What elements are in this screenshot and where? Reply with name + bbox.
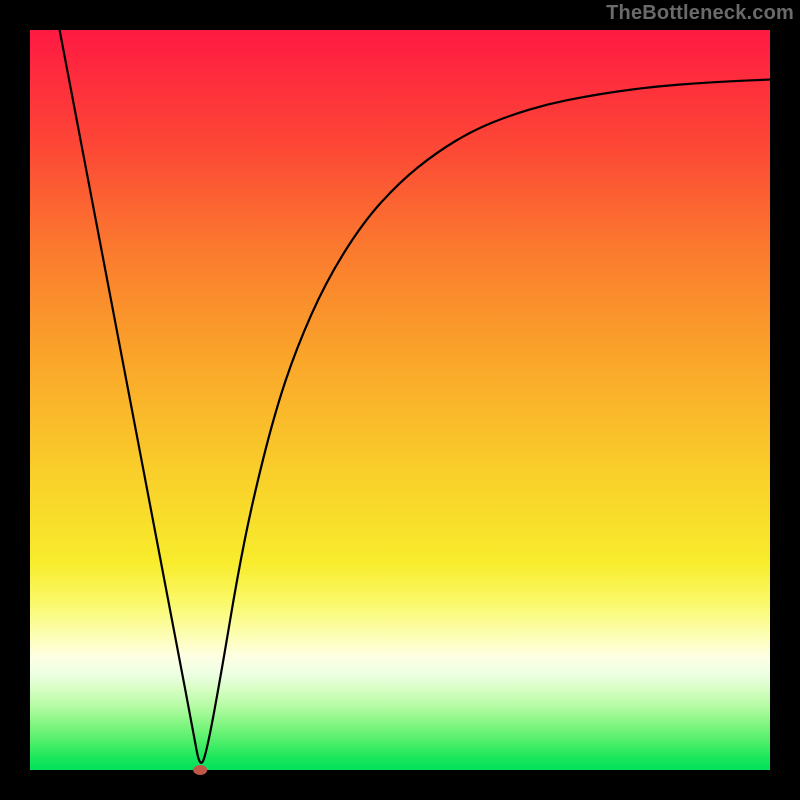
- optimal-point-marker: [193, 765, 207, 775]
- chart-frame: TheBottleneck.com: [0, 0, 800, 800]
- bottleneck-chart: [0, 0, 800, 800]
- watermark-text: TheBottleneck.com: [606, 2, 794, 25]
- chart-background: [30, 30, 770, 770]
